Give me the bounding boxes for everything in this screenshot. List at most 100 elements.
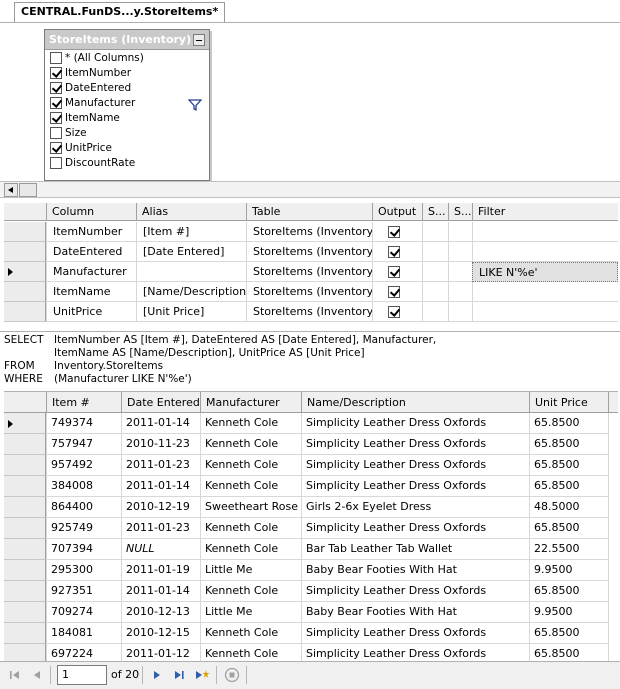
results-cell-item[interactable]: 927351 bbox=[46, 581, 121, 602]
results-cell-price[interactable]: 65.8500 bbox=[529, 581, 609, 602]
table-column-item[interactable]: UnitPrice bbox=[45, 140, 209, 155]
results-row[interactable]: 184081 2010-12-15 Kenneth Cole Simplicity L… bbox=[4, 623, 618, 644]
criteria-cell-column[interactable]: Manufacturer bbox=[46, 262, 136, 282]
results-cell-manufacturer[interactable]: Kenneth Cole bbox=[200, 413, 301, 434]
criteria-row[interactable]: ItemNumber [Item #] StoreItems (Inventory) bbox=[4, 222, 618, 242]
results-cell-date[interactable]: 2011-01-14 bbox=[121, 581, 200, 602]
criteria-cell-table[interactable]: StoreItems (Inventory) bbox=[246, 242, 372, 262]
results-cell-date[interactable]: 2011-01-12 bbox=[121, 644, 200, 661]
criteria-header-sort-type[interactable]: S... bbox=[422, 203, 448, 221]
results-header-item[interactable]: Item # bbox=[46, 392, 121, 413]
results-cell-date[interactable]: 2010-11-23 bbox=[121, 434, 200, 455]
criteria-header-output[interactable]: Output bbox=[372, 203, 422, 221]
results-header-name[interactable]: Name/Description bbox=[301, 392, 529, 413]
results-cell-name[interactable]: Simplicity Leather Dress Oxfords bbox=[301, 434, 529, 455]
output-checkbox[interactable] bbox=[388, 246, 400, 258]
results-cell-item[interactable]: 184081 bbox=[46, 623, 121, 644]
results-cell-price[interactable]: 65.8500 bbox=[529, 413, 609, 434]
results-cell-item[interactable]: 957492 bbox=[46, 455, 121, 476]
table-window-storeitems[interactable]: StoreItems (Inventory) * (All Columns) It… bbox=[44, 29, 210, 181]
results-cell-item[interactable]: 925749 bbox=[46, 518, 121, 539]
results-cell-date[interactable]: 2011-01-19 bbox=[121, 560, 200, 581]
criteria-cell-column[interactable]: ItemNumber bbox=[46, 222, 136, 242]
row-selector[interactable] bbox=[4, 222, 46, 242]
results-cell-price[interactable]: 48.5000 bbox=[529, 497, 609, 518]
criteria-cell-sort-order[interactable] bbox=[448, 262, 472, 282]
results-cell-manufacturer[interactable]: Kenneth Cole bbox=[200, 644, 301, 661]
results-row[interactable]: 757947 2010-11-23 Kenneth Cole Simplicity L… bbox=[4, 434, 618, 455]
results-cell-price[interactable]: 22.5500 bbox=[529, 539, 609, 560]
output-checkbox[interactable] bbox=[388, 266, 400, 278]
criteria-cell-filter[interactable] bbox=[472, 222, 618, 242]
criteria-row[interactable]: DateEntered [Date Entered] StoreItems (Inv… bbox=[4, 242, 618, 262]
criteria-cell-sort-order[interactable] bbox=[448, 242, 472, 262]
criteria-cell-table[interactable]: StoreItems (Inventory) bbox=[246, 222, 372, 242]
results-cell-price[interactable]: 9.9500 bbox=[529, 602, 609, 623]
results-cell-price[interactable]: 65.8500 bbox=[529, 644, 609, 661]
minimize-icon[interactable] bbox=[193, 34, 205, 46]
results-cell-manufacturer[interactable]: Kenneth Cole bbox=[200, 623, 301, 644]
criteria-cell-filter[interactable]: LIKE N'%e' bbox=[472, 262, 618, 282]
results-cell-item[interactable]: 864400 bbox=[46, 497, 121, 518]
results-header-manufacturer[interactable]: Manufacturer bbox=[200, 392, 301, 413]
results-cell-price[interactable]: 9.9500 bbox=[529, 560, 609, 581]
criteria-cell-alias[interactable]: [Name/Description] bbox=[136, 282, 246, 302]
criteria-cell-sort-type[interactable] bbox=[422, 222, 448, 242]
criteria-cell-alias[interactable]: [Date Entered] bbox=[136, 242, 246, 262]
output-checkbox[interactable] bbox=[388, 226, 400, 238]
row-selector[interactable] bbox=[4, 497, 46, 518]
results-cell-manufacturer[interactable]: Kenneth Cole bbox=[200, 539, 301, 560]
row-selector[interactable] bbox=[4, 413, 46, 434]
row-selector[interactable] bbox=[4, 434, 46, 455]
results-row[interactable]: 707394 NULL Kenneth Cole Bar Tab Leather Ta… bbox=[4, 539, 618, 560]
diagram-horizontal-scrollbar[interactable] bbox=[0, 181, 620, 198]
results-row[interactable]: 709274 2010-12-13 Little Me Baby Bear Footi… bbox=[4, 602, 618, 623]
column-checkbox[interactable] bbox=[50, 81, 62, 94]
results-cell-item[interactable]: 709274 bbox=[46, 602, 121, 623]
column-checkbox[interactable] bbox=[50, 141, 62, 154]
table-column-item[interactable]: DateEntered bbox=[45, 80, 209, 95]
criteria-cell-filter[interactable] bbox=[472, 302, 618, 322]
diagram-pane[interactable]: StoreItems (Inventory) * (All Columns) It… bbox=[0, 22, 620, 181]
results-cell-manufacturer[interactable]: Little Me bbox=[200, 602, 301, 623]
criteria-cell-column[interactable]: ItemName bbox=[46, 282, 136, 302]
next-page-icon[interactable] bbox=[150, 668, 164, 682]
results-cell-name[interactable]: Simplicity Leather Dress Oxfords bbox=[301, 644, 529, 661]
results-cell-name[interactable]: Simplicity Leather Dress Oxfords bbox=[301, 518, 529, 539]
results-cell-manufacturer[interactable]: Kenneth Cole bbox=[200, 434, 301, 455]
results-cell-name[interactable]: Simplicity Leather Dress Oxfords bbox=[301, 581, 529, 602]
results-cell-manufacturer[interactable]: Kenneth Cole bbox=[200, 518, 301, 539]
criteria-cell-output[interactable] bbox=[372, 242, 422, 262]
results-cell-manufacturer[interactable]: Sweetheart Rose bbox=[200, 497, 301, 518]
results-cell-item[interactable]: 295300 bbox=[46, 560, 121, 581]
results-row[interactable]: 384008 2011-01-14 Kenneth Cole Simplicity L… bbox=[4, 476, 618, 497]
criteria-cell-sort-order[interactable] bbox=[448, 282, 472, 302]
results-row[interactable]: 295300 2011-01-19 Little Me Baby Bear Footi… bbox=[4, 560, 618, 581]
criteria-row[interactable]: Manufacturer StoreItems (Inventory) LIKE N… bbox=[4, 262, 618, 282]
results-cell-manufacturer[interactable]: Kenneth Cole bbox=[200, 455, 301, 476]
output-checkbox[interactable] bbox=[388, 286, 400, 298]
criteria-cell-alias[interactable]: [Unit Price] bbox=[136, 302, 246, 322]
table-column-item[interactable]: DiscountRate bbox=[45, 155, 209, 170]
criteria-cell-sort-order[interactable] bbox=[448, 222, 472, 242]
criteria-cell-output[interactable] bbox=[372, 282, 422, 302]
criteria-header-column[interactable]: Column bbox=[46, 203, 136, 221]
criteria-cell-column[interactable]: DateEntered bbox=[46, 242, 136, 262]
new-row-icon[interactable] bbox=[194, 668, 210, 682]
criteria-cell-filter[interactable] bbox=[472, 282, 618, 302]
table-window-title[interactable]: StoreItems (Inventory) bbox=[45, 30, 209, 50]
criteria-cell-table[interactable]: StoreItems (Inventory) bbox=[246, 262, 372, 282]
results-cell-price[interactable]: 65.8500 bbox=[529, 623, 609, 644]
last-page-icon[interactable] bbox=[172, 668, 186, 682]
output-checkbox[interactable] bbox=[388, 306, 400, 318]
row-selector[interactable] bbox=[4, 644, 46, 661]
criteria-cell-output[interactable] bbox=[372, 222, 422, 242]
document-tab[interactable]: CENTRAL.FunDS...y.StoreItems* bbox=[14, 2, 226, 22]
criteria-cell-sort-type[interactable] bbox=[422, 242, 448, 262]
results-cell-name[interactable]: Simplicity Leather Dress Oxfords bbox=[301, 623, 529, 644]
results-cell-name[interactable]: Baby Bear Footies With Hat bbox=[301, 602, 529, 623]
table-column-item[interactable]: * (All Columns) bbox=[45, 50, 209, 65]
results-cell-price[interactable]: 65.8500 bbox=[529, 434, 609, 455]
results-cell-price[interactable]: 65.8500 bbox=[529, 476, 609, 497]
results-cell-item[interactable]: 707394 bbox=[46, 539, 121, 560]
